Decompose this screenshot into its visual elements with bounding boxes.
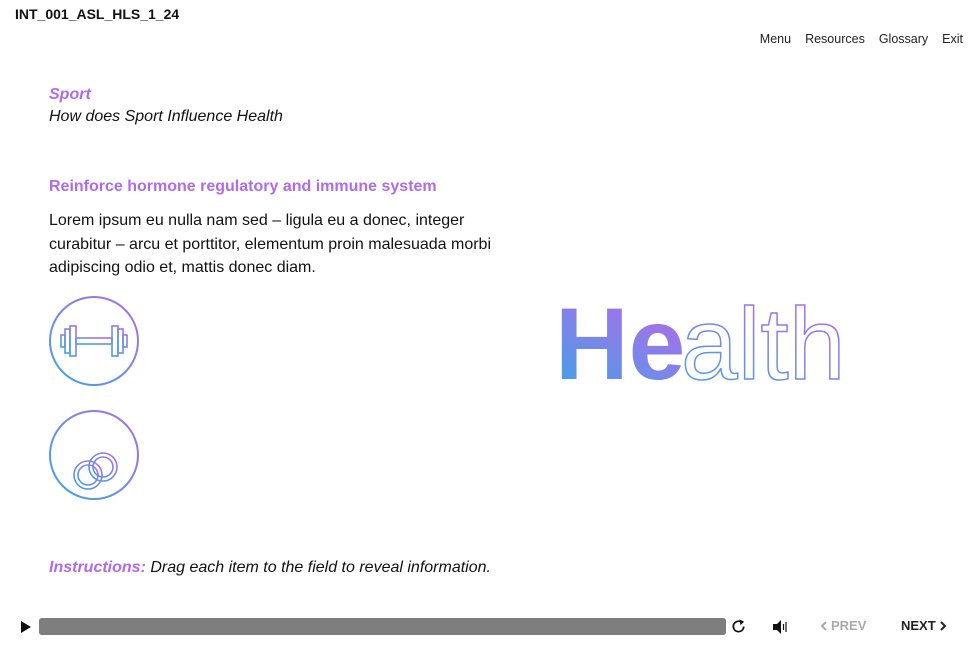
- module-title: Sport: [49, 86, 91, 103]
- health-word-graphic: He alth: [555, 286, 846, 393]
- health-filled-text: He: [555, 287, 685, 393]
- resources-link[interactable]: Resources: [805, 32, 865, 46]
- instructions: Instructions: Drag each item to the fiel…: [49, 559, 491, 577]
- content-heading: Reinforce hormone regulatory and immune …: [49, 178, 437, 195]
- player-controls: PREV NEXT: [0, 612, 978, 642]
- module-subtitle: How does Sport Influence Health: [49, 108, 283, 125]
- next-label: NEXT: [901, 618, 936, 633]
- drag-item-barbell[interactable]: [48, 295, 140, 387]
- exit-link[interactable]: Exit: [942, 32, 963, 46]
- gymnastic-rings-icon: [49, 410, 139, 500]
- health-outlined-text: alth: [681, 287, 845, 393]
- progress-bar[interactable]: [39, 618, 726, 635]
- menu-link[interactable]: Menu: [760, 32, 791, 46]
- instructions-label: Instructions:: [49, 559, 146, 576]
- chevron-right-icon: [939, 620, 947, 631]
- content-body: Lorem ipsum eu nulla nam sed – ligula eu…: [49, 212, 491, 276]
- course-id: INT_001_ASL_HLS_1_24: [15, 6, 180, 22]
- replay-icon[interactable]: [729, 617, 748, 636]
- prev-label: PREV: [831, 618, 867, 633]
- progress-fill: [39, 618, 726, 635]
- barbell-icon: [49, 296, 139, 386]
- next-button[interactable]: NEXT: [901, 618, 947, 633]
- glossary-link[interactable]: Glossary: [879, 32, 928, 46]
- top-nav: Menu Resources Glossary Exit: [760, 32, 963, 46]
- drag-item-rings[interactable]: [48, 409, 140, 501]
- prev-button[interactable]: PREV: [820, 618, 866, 633]
- instructions-text: Drag each item to the field to reveal in…: [145, 559, 491, 576]
- volume-icon[interactable]: [771, 618, 789, 636]
- chevron-left-icon: [820, 620, 827, 631]
- play-icon[interactable]: [18, 618, 34, 636]
